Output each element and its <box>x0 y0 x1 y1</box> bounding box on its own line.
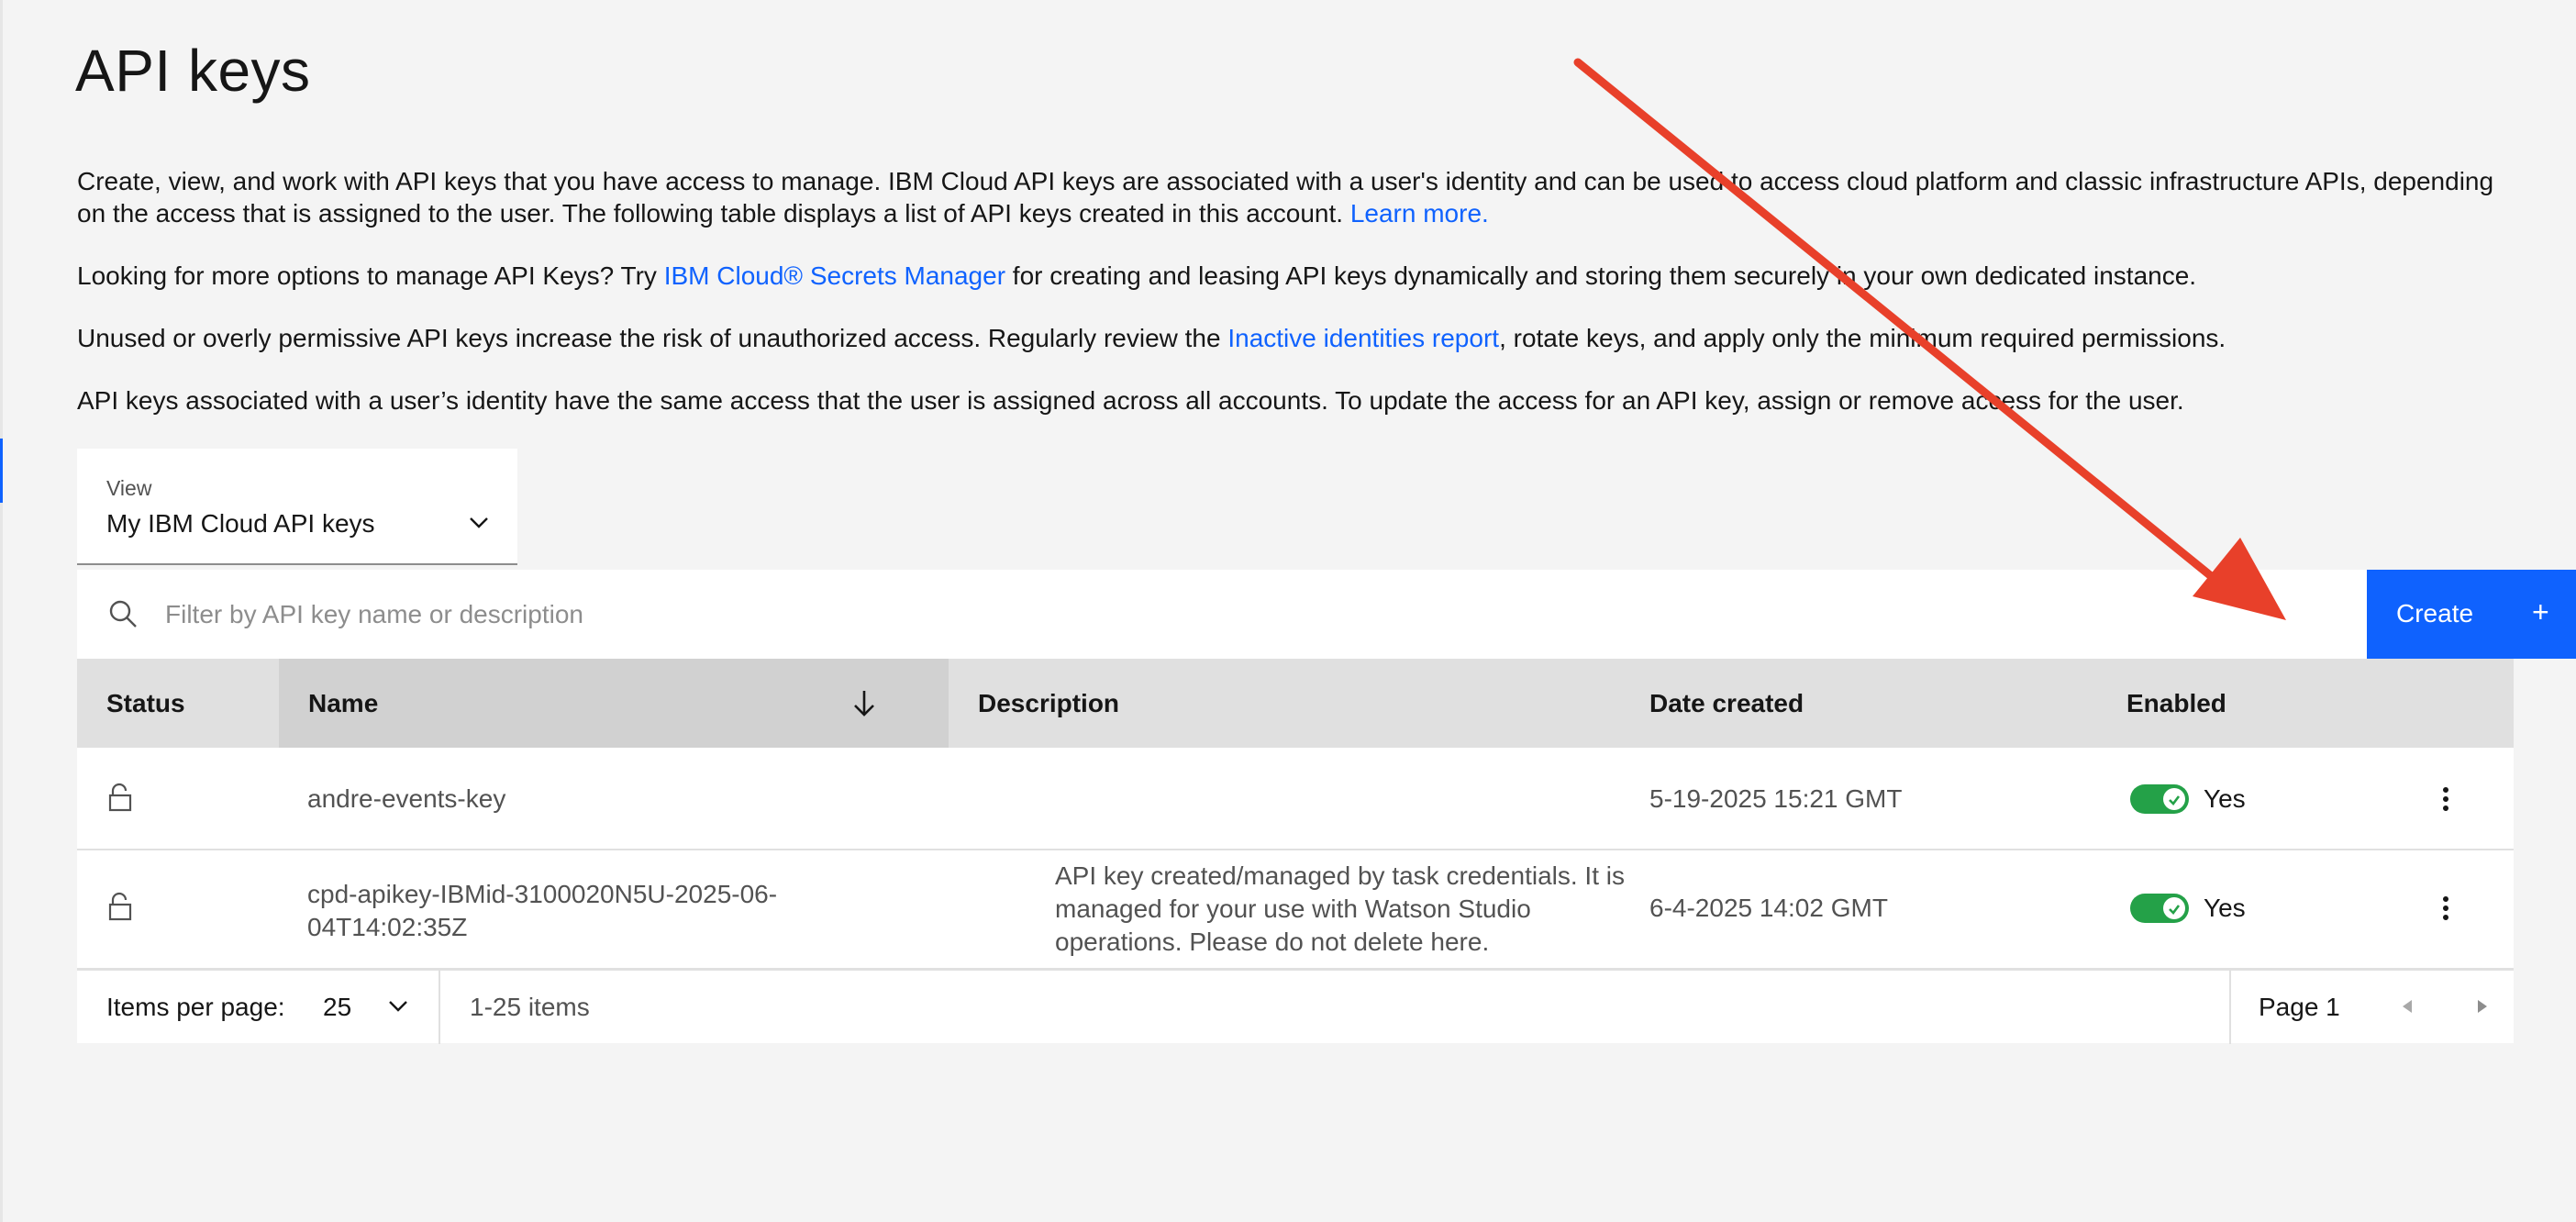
intro-paragraph-2: Looking for more options to manage API K… <box>77 261 2197 290</box>
column-header-name-label: Name <box>308 689 379 717</box>
inactive-identities-report-link[interactable]: Inactive identities report <box>1227 324 1499 352</box>
intro-paragraph-1: Create, view, and work with API keys tha… <box>77 167 2494 228</box>
toggle-knob <box>2163 897 2185 919</box>
chevron-down-icon <box>470 517 488 528</box>
column-header-description: Description <box>978 689 1120 717</box>
items-per-page-select[interactable]: 25 <box>323 993 351 1022</box>
chevron-down-icon[interactable] <box>385 993 411 1018</box>
pagination-divider <box>439 971 440 1044</box>
date-created: 6-4-2025 14:02 GMT <box>1649 894 1888 922</box>
left-nav-indicator <box>0 439 3 503</box>
api-key-name: cpd-apikey-IBMid-3100020N5U-2025-06- 04T… <box>307 880 778 941</box>
plus-icon: + <box>2532 595 2549 628</box>
column-header-status: Status <box>106 689 185 717</box>
enabled-label: Yes <box>2204 894 2246 922</box>
intro-paragraph-3: Unused or overly permissive API keys inc… <box>77 324 2226 352</box>
left-edge-rule <box>0 0 3 1222</box>
enabled-label: Yes <box>2204 784 2246 813</box>
learn-more-link[interactable]: Learn more. <box>1350 199 1489 228</box>
search-icon <box>109 600 137 628</box>
column-header-name[interactable]: Name <box>279 659 949 748</box>
view-dropdown[interactable]: View My IBM Cloud API keys <box>77 449 517 565</box>
view-dropdown-label: View <box>106 476 152 500</box>
checkmark-icon <box>2169 795 2181 805</box>
api-key-name: andre-events-key <box>307 784 506 813</box>
column-header-enabled: Enabled <box>2126 689 2226 717</box>
arrow-down-icon[interactable] <box>848 686 881 719</box>
intro-text: Create, view, and work with API keys tha… <box>77 165 2499 447</box>
page-select[interactable]: Page 1 <box>2259 993 2340 1022</box>
pagination-bar: Items per page: 25 1-25 items Page 1 <box>77 970 2514 1044</box>
checkmark-icon <box>2169 905 2181 915</box>
items-per-page-label: Items per page: <box>106 993 285 1021</box>
enabled-toggle[interactable] <box>2130 894 2189 923</box>
table-row: cpd-apikey-IBMid-3100020N5U-2025-06- 04T… <box>77 850 2514 970</box>
secrets-manager-link[interactable]: IBM Cloud® Secrets Manager <box>664 261 1005 290</box>
overflow-menu-icon[interactable] <box>2438 784 2453 814</box>
caret-right-icon[interactable] <box>2471 996 2492 1016</box>
table-header: Status Name Description Date created Ena… <box>77 659 2514 748</box>
view-dropdown-value: My IBM Cloud API keys <box>106 509 375 538</box>
toggle-knob <box>2163 788 2185 810</box>
enabled-toggle[interactable] <box>2130 784 2189 814</box>
api-key-description: API key created/managed by task credenti… <box>1055 861 1625 956</box>
item-range: 1-25 items <box>470 993 590 1021</box>
unlocked-icon <box>108 892 132 921</box>
page-title: API keys <box>75 38 311 104</box>
intro-paragraph-4: API keys associated with a user’s identi… <box>77 386 2184 415</box>
table-row: andre-events-key 5-19-2025 15:21 GMT Yes <box>77 748 2514 850</box>
create-button-label: Create <box>2396 599 2474 628</box>
table-toolbar: Create + <box>77 570 2576 659</box>
search-input[interactable] <box>165 570 2275 659</box>
caret-left-icon[interactable] <box>2398 996 2418 1016</box>
overflow-menu-icon[interactable] <box>2438 894 2453 923</box>
pagination-divider <box>2229 971 2231 1044</box>
create-button[interactable]: Create + <box>2367 570 2576 659</box>
unlocked-icon <box>108 783 132 812</box>
date-created: 5-19-2025 15:21 GMT <box>1649 784 1903 813</box>
column-header-date-created: Date created <box>1649 689 1804 717</box>
